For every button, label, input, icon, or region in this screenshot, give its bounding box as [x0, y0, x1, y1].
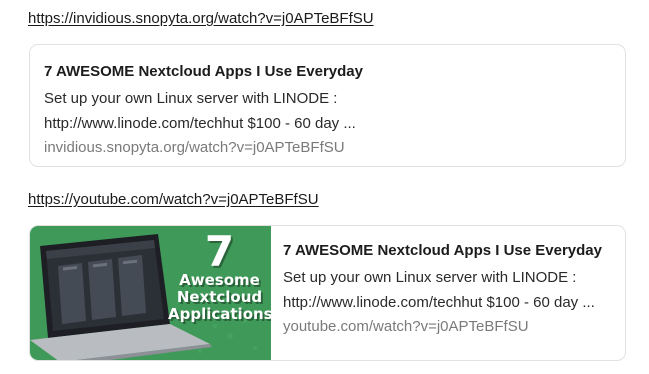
- thumbnail-caption: 7 Awesome Nextcloud Applications: [168, 227, 271, 323]
- preview-domain: invidious.snopyta.org/watch?v=j0APTeBFfS…: [44, 139, 345, 156]
- preview-domain: youtube.com/watch?v=j0APTeBFfSU: [283, 318, 529, 335]
- preview-body: 7 AWESOME Nextcloud Apps I Use Everyday …: [271, 226, 614, 360]
- invidious-link[interactable]: https://invidious.snopyta.org/watch?v=j0…: [28, 10, 374, 27]
- preview-description-line-2: http://www.linode.com/techhut $100 - 60 …: [283, 294, 595, 311]
- preview-title: 7 AWESOME Nextcloud Apps I Use Everyday: [44, 63, 363, 80]
- preview-description-line-2: http://www.linode.com/techhut $100 - 60 …: [44, 115, 356, 132]
- thumbnail-number: 7: [204, 227, 235, 276]
- thumbnail-line-2: Nextcloud: [176, 288, 263, 306]
- preview-description: Set up your own Linux server with LINODE…: [283, 265, 602, 315]
- link-preview-card-youtube[interactable]: 7 Awesome Nextcloud Applications 7 AWESO…: [29, 225, 626, 361]
- youtube-link[interactable]: https://youtube.com/watch?v=j0APTeBFfSU: [28, 191, 319, 208]
- preview-body: 7 AWESOME Nextcloud Apps I Use Everyday …: [30, 45, 625, 158]
- preview-description: Set up your own Linux server with LINODE…: [44, 86, 611, 136]
- preview-description-line-1: Set up your own Linux server with LINODE…: [283, 269, 577, 286]
- thumbnail-line-1: Awesome: [179, 271, 260, 289]
- video-thumbnail[interactable]: 7 Awesome Nextcloud Applications: [30, 226, 271, 360]
- link-preview-card-invidious[interactable]: 7 AWESOME Nextcloud Apps I Use Everyday …: [29, 44, 626, 167]
- preview-description-line-1: Set up your own Linux server with LINODE…: [44, 90, 338, 107]
- thumbnail-line-3: Applications: [168, 305, 271, 323]
- preview-title: 7 AWESOME Nextcloud Apps I Use Everyday: [283, 242, 602, 259]
